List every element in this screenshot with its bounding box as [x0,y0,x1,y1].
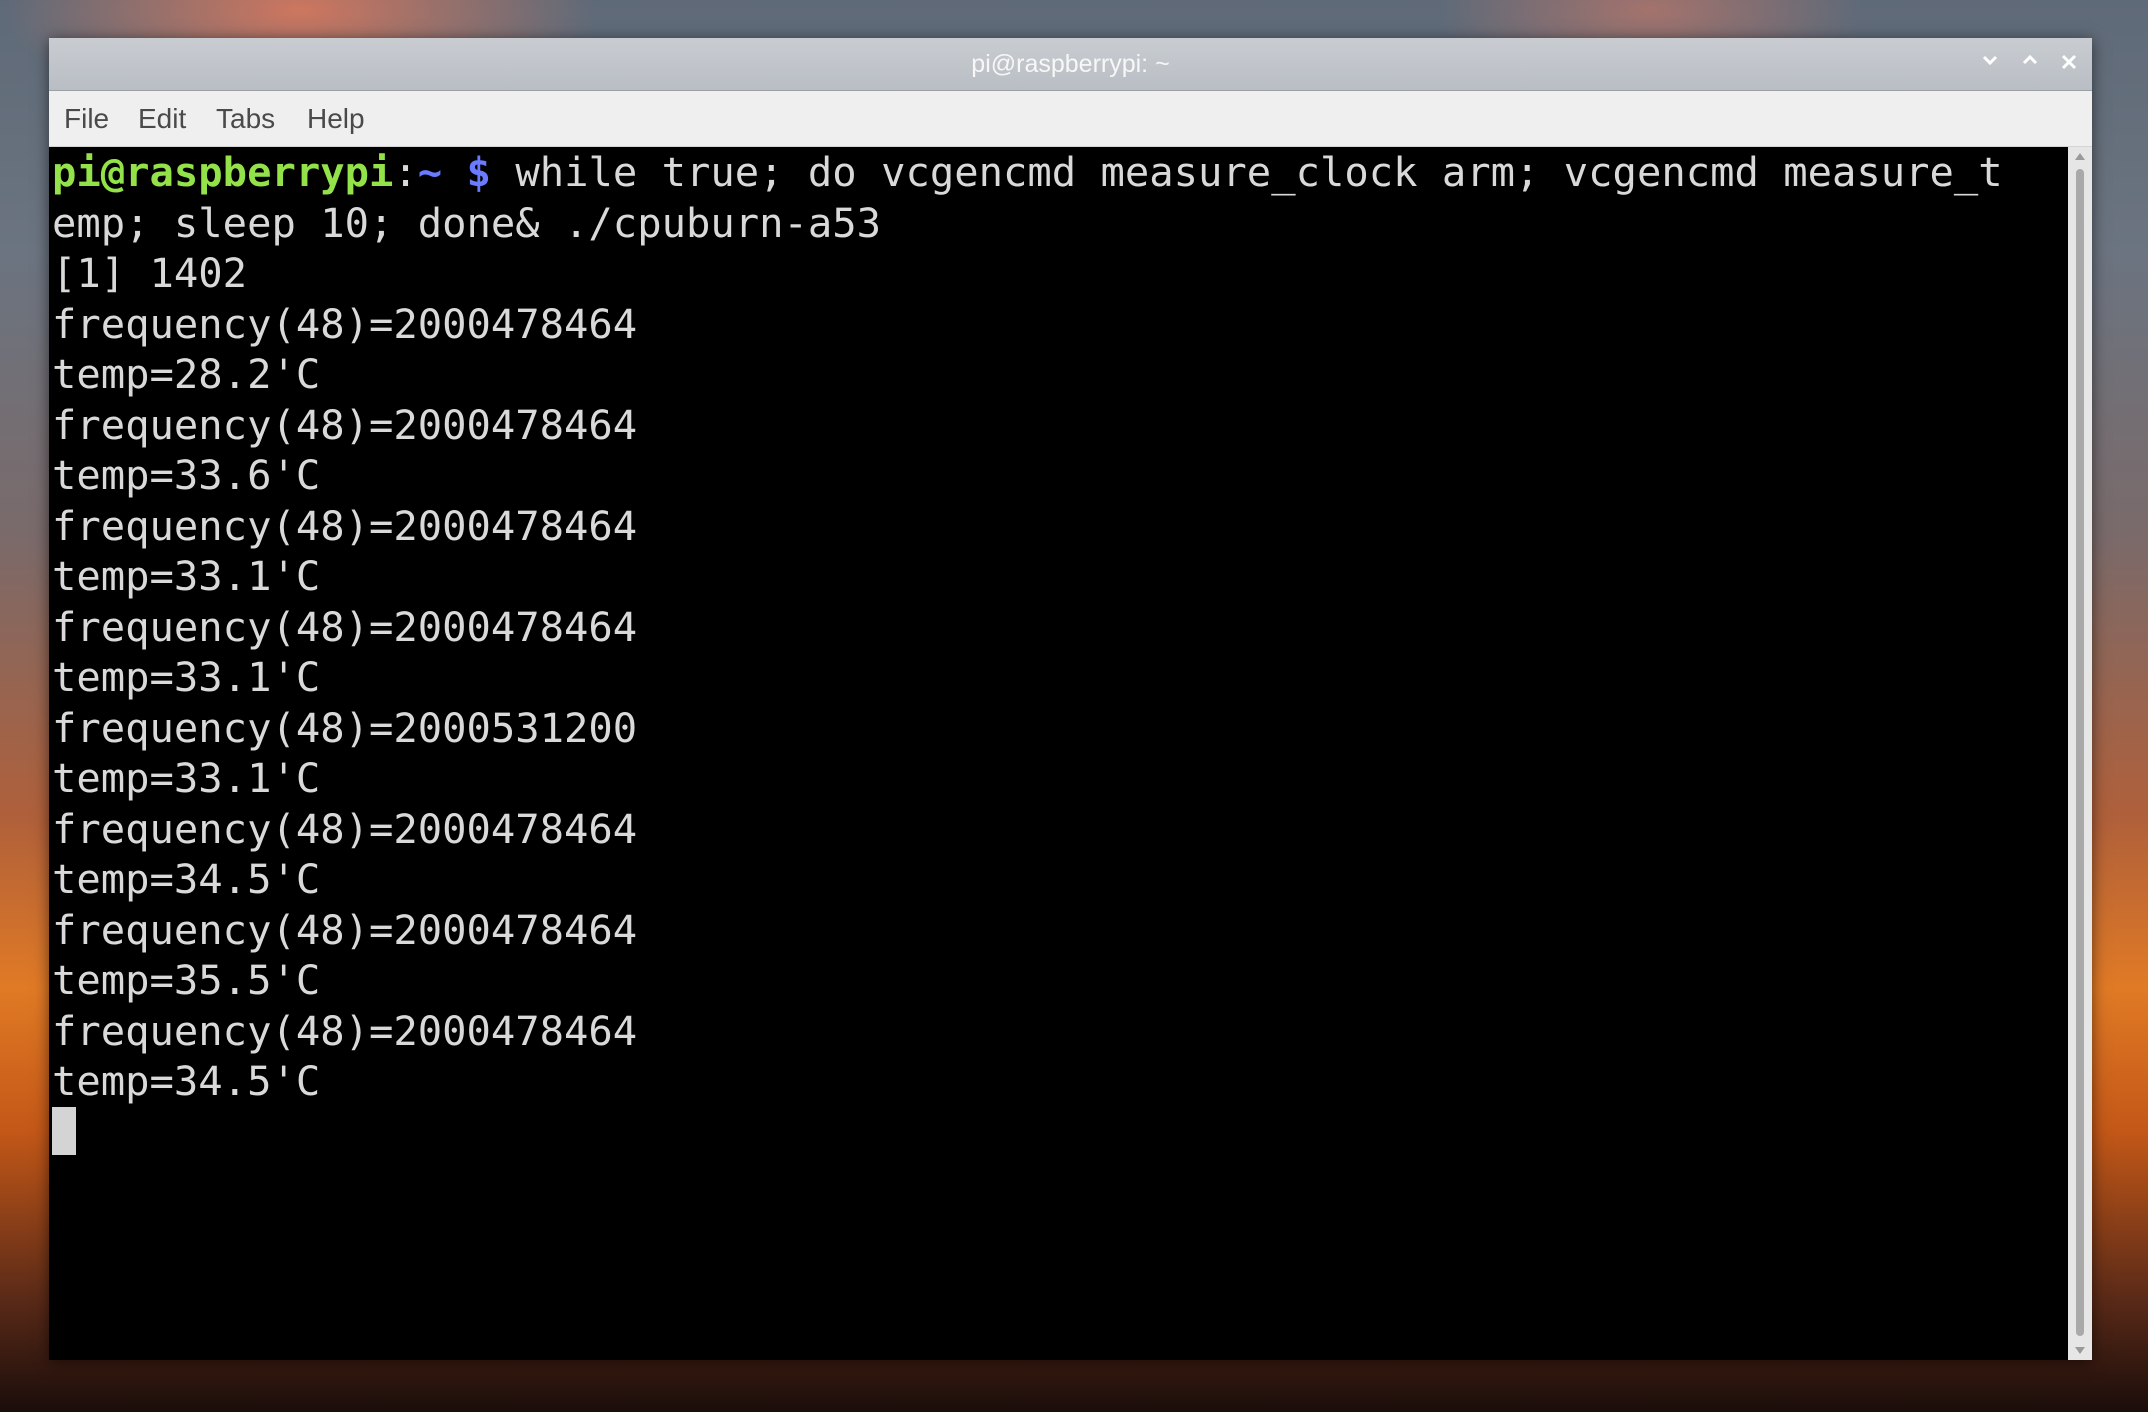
output-line: frequency(48)=2000531200 [52,703,638,752]
menu-help[interactable]: Help [305,91,367,146]
output-line: frequency(48)=2000478464 [52,905,638,954]
menu-edit[interactable]: Edit [136,91,188,146]
output-line: temp=35.5'C [52,956,321,1004]
close-button[interactable] [2052,46,2086,80]
command-continuation: emp; sleep 10; done& ./cpuburn-a53 [52,198,882,247]
output-line: frequency(48)=2000478464 [52,501,638,550]
output-line: frequency(48)=2000478464 [52,804,638,853]
close-icon [2052,54,2086,70]
output-line: temp=33.1'C [52,653,321,701]
output-line: temp=33.1'C [52,754,321,802]
title-bar[interactable]: pi@raspberrypi: ~ [49,38,2092,91]
scrollbar-thumb[interactable] [2076,169,2084,1336]
prompt-line: pi@raspberrypi:~ $ while true; do vcgenc… [52,148,2003,196]
maximize-button[interactable] [2013,46,2047,80]
output-line: frequency(48)=2000478464 [52,400,638,449]
output-line: frequency(48)=2000478464 [52,299,638,348]
chevron-down-icon [1973,54,2007,66]
window-title: pi@raspberrypi: ~ [971,50,1170,78]
output-line: temp=34.5'C [52,1057,321,1105]
prompt-user-host: pi@raspberrypi [52,148,394,196]
output-line: [1] 1402 [52,249,248,297]
text-cursor [52,1106,76,1155]
scroll-up-arrow-icon[interactable] [2068,147,2092,167]
output-line: frequency(48)=2000478464 [52,602,638,651]
minimize-button[interactable] [1973,46,2007,80]
output-line: temp=33.1'C [52,552,321,600]
output-line: frequency(48)=2000478464 [52,1006,638,1055]
prompt-symbol: $ [466,148,491,196]
prompt-path: ~ [417,148,443,196]
terminal-window: pi@raspberrypi: ~ File Edit Tabs Help pi… [49,38,2092,1360]
command-text: while true; do vcgencmd measure_clock ar… [490,148,2003,196]
menu-bar: File Edit Tabs Help [49,91,2092,147]
terminal-output[interactable]: pi@raspberrypi:~ $ while true; do vcgenc… [49,147,2068,1360]
scroll-down-arrow-icon[interactable] [2068,1340,2092,1360]
terminal-content: pi@raspberrypi:~ $ while true; do vcgenc… [49,147,2068,1157]
menu-tabs[interactable]: Tabs [214,91,277,146]
output-line: temp=28.2'C [52,350,321,398]
output-line: temp=34.5'C [52,855,321,903]
menu-file[interactable]: File [62,91,111,146]
output-line: temp=33.6'C [52,451,321,499]
vertical-scrollbar[interactable] [2068,147,2092,1360]
prompt-colon: : [393,148,418,196]
chevron-up-icon [2013,54,2047,66]
